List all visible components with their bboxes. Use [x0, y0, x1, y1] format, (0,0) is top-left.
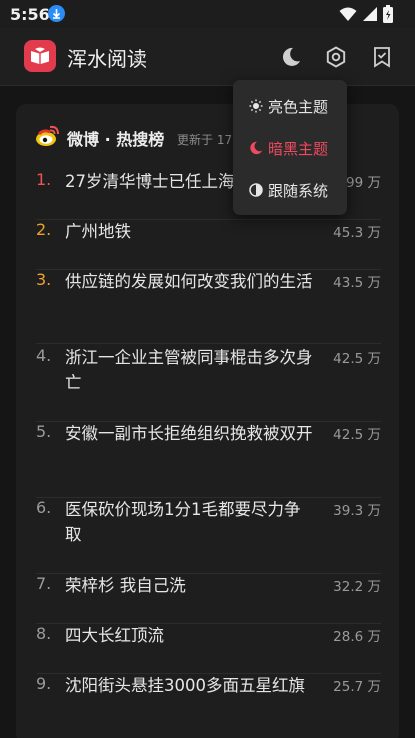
rank-number: 5.: [36, 422, 52, 441]
rank-number: 7.: [36, 574, 52, 593]
signal-icon: [363, 7, 377, 21]
list-item[interactable]: 5. 安徽一副市长拒绝组织挽救被双开 42.5 万: [36, 422, 381, 498]
item-title: 供应链的发展如何改变我们的生活: [65, 272, 313, 291]
theme-menu: 亮色主题 暗黑主题 跟随系统: [233, 80, 347, 215]
sun-icon: [249, 98, 263, 113]
half-circle-icon: [249, 182, 263, 197]
title-separator: ·: [104, 130, 111, 149]
item-title: 浙江一企业主管被同事棍击多次身亡: [65, 348, 313, 392]
list-item[interactable]: 8. 四大长红顶流 28.6 万: [36, 624, 381, 674]
item-title: 安徽一副市长拒绝组织挽救被双开: [65, 424, 313, 443]
list-item[interactable]: 4. 浙江一企业主管被同事棍击多次身亡 42.5 万: [36, 346, 381, 422]
heat-value: 39.3 万: [333, 503, 381, 519]
list-item[interactable]: 9. 沈阳街头悬挂3000多面五星红旗 25.7 万: [36, 674, 381, 736]
app-bar: 浑水阅读: [0, 28, 415, 86]
rank-number: 3.: [36, 270, 52, 289]
menu-item-label: 亮色主题: [268, 98, 329, 116]
moon-icon[interactable]: [279, 45, 303, 69]
heat-value: 99 万: [346, 175, 381, 191]
rank-number: 1.: [36, 170, 52, 189]
list-item[interactable]: 3. 供应链的发展如何改变我们的生活 43.5 万: [36, 270, 381, 344]
download-icon: [48, 5, 65, 22]
heat-value: 32.2 万: [333, 579, 381, 595]
menu-item-label: 暗黑主题: [268, 140, 329, 158]
menu-item-system-theme[interactable]: 跟随系统: [233, 170, 347, 208]
status-time: 5:56: [10, 5, 50, 24]
update-time: 更新于 17: [177, 133, 233, 147]
bookmark-check-icon[interactable]: [370, 45, 394, 69]
menu-item-label: 跟随系统: [268, 182, 329, 200]
moon-icon: [249, 140, 263, 155]
item-title: 四大长红顶流: [65, 626, 164, 645]
item-title: 医保砍价现场1分1毛都要尽力争取: [65, 500, 301, 544]
rank-number: 9.: [36, 674, 52, 693]
wifi-icon: [339, 7, 357, 21]
heat-value: 43.5 万: [333, 275, 381, 291]
card-name: 热搜榜: [116, 130, 165, 149]
heat-value: 45.3 万: [333, 225, 381, 241]
item-title: 荣梓杉 我自己洗: [65, 576, 186, 595]
list-item[interactable]: 2. 广州地铁 45.3 万: [36, 220, 381, 270]
rank-number: 4.: [36, 346, 52, 365]
status-bar: 5:56: [0, 0, 415, 28]
weibo-icon: [35, 124, 61, 148]
menu-item-light-theme[interactable]: 亮色主题: [233, 86, 347, 124]
rank-number: 8.: [36, 624, 52, 643]
heat-value: 42.5 万: [333, 351, 381, 367]
rank-number: 6.: [36, 498, 52, 517]
status-icons: [339, 5, 393, 23]
card-title: 微博 · 热搜榜: [67, 126, 164, 150]
menu-item-dark-theme[interactable]: 暗黑主题: [233, 128, 347, 166]
gear-icon[interactable]: [324, 45, 348, 69]
heat-value: 25.7 万: [333, 679, 381, 695]
card-source: 微博: [67, 130, 100, 149]
app-title: 浑水阅读: [67, 47, 147, 71]
item-title: 沈阳街头悬挂3000多面五星红旗: [65, 676, 305, 695]
rank-number: 2.: [36, 220, 52, 239]
list-item[interactable]: 7. 荣梓杉 我自己洗 32.2 万: [36, 574, 381, 624]
app-logo: [24, 40, 56, 72]
heat-value: 28.6 万: [333, 629, 381, 645]
list-item[interactable]: 6. 医保砍价现场1分1毛都要尽力争取 39.3 万: [36, 498, 381, 574]
item-title: 广州地铁: [65, 222, 131, 241]
heat-value: 42.5 万: [333, 427, 381, 443]
battery-icon: [383, 5, 393, 23]
